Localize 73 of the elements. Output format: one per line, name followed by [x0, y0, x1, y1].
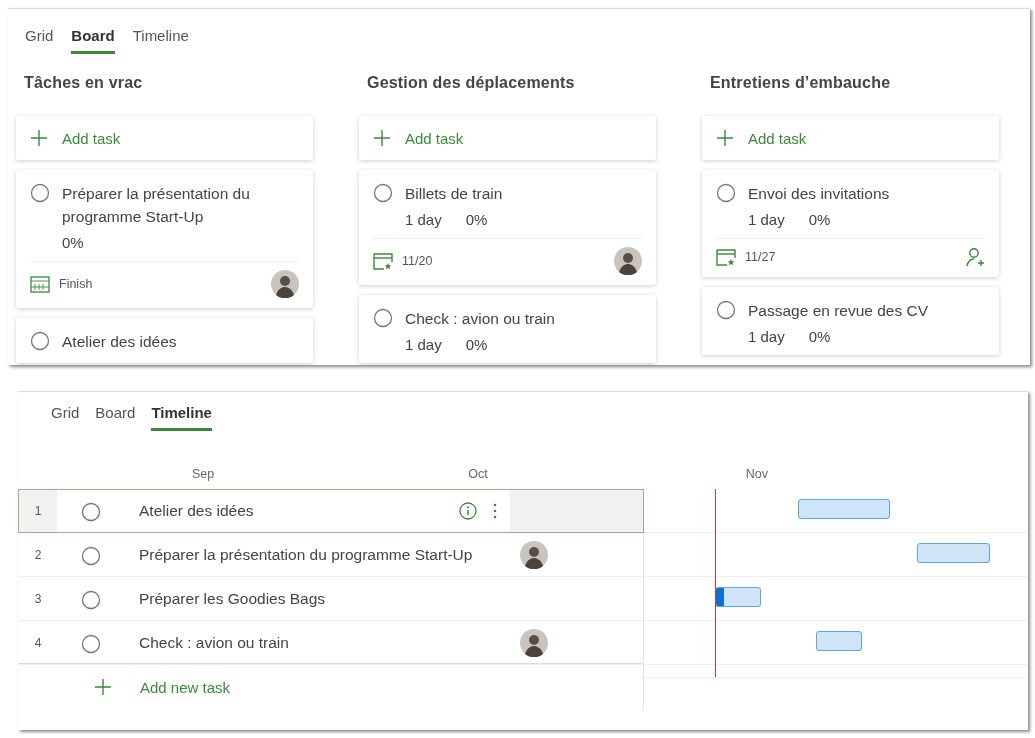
- task-duration: 1 day: [748, 328, 785, 345]
- percent-complete-text: 0%: [62, 234, 84, 251]
- plus-icon: [373, 129, 391, 147]
- percent-complete-text: 0%: [808, 211, 831, 228]
- checkbox[interactable]: [30, 183, 50, 203]
- task-card[interactable]: Passage en revue des CV 1 day 0%: [702, 287, 999, 355]
- calendar-star-icon: [373, 252, 393, 270]
- due-date: 11/27: [745, 250, 776, 264]
- checkbox[interactable]: [81, 545, 101, 566]
- plus-icon: [716, 129, 734, 147]
- task-title: Check : avion ou train: [405, 309, 555, 329]
- task-title: Envoi des invitations: [748, 184, 890, 204]
- task-row[interactable]: 3 Préparer les Goodies Bags: [18, 577, 643, 621]
- timeline-bar[interactable]: [715, 587, 761, 607]
- view-tab[interactable]: Board: [95, 404, 136, 431]
- checkbox[interactable]: [81, 501, 101, 522]
- task-duration: 1 day: [405, 211, 442, 228]
- checkbox[interactable]: [716, 300, 736, 320]
- info-icon[interactable]: [459, 502, 477, 520]
- task-title: Passage en revue des CV: [748, 301, 929, 321]
- more-icon[interactable]: [492, 502, 498, 520]
- add-task-button[interactable]: Add task: [702, 116, 999, 160]
- view-tab[interactable]: Timeline: [132, 27, 189, 54]
- month-label: Nov: [745, 467, 768, 481]
- bucket-title: Entretiens d’embauche: [709, 74, 892, 93]
- percent-complete-text: 0%: [465, 211, 488, 228]
- task-card[interactable]: Envoi des invitations 1 day 0% 11/27: [702, 170, 999, 277]
- task-title: Préparer la présentation du programme Start-Up: [62, 184, 251, 227]
- percent-complete-text: 0%: [465, 336, 488, 353]
- add-new-task-button[interactable]: Add new task: [94, 678, 231, 696]
- view-tab[interactable]: Grid: [51, 404, 80, 431]
- task-name: Atelier des idées: [139, 502, 255, 520]
- task-name: Préparer la présentation du programme Start-Up: [139, 546, 474, 564]
- task-name: Préparer les Goodies Bags: [139, 590, 327, 608]
- task-row[interactable]: 1 Atelier des idées: [18, 489, 644, 533]
- checkbox[interactable]: [81, 589, 101, 610]
- task-card[interactable]: Billets de train 1 day 0% 11/20: [359, 170, 656, 285]
- checkbox[interactable]: [81, 633, 101, 654]
- row-number: 2: [33, 548, 43, 562]
- task-card[interactable]: Check : avion ou train 1 day 0%: [359, 295, 656, 363]
- task-duration: 1 day: [405, 336, 442, 353]
- due-date: 11/20: [402, 254, 433, 268]
- percent-complete-text: 0%: [808, 328, 831, 345]
- plus-icon: [30, 129, 48, 147]
- month-label: Sep: [192, 467, 215, 481]
- bucket-title: Gestion des déplacements: [366, 74, 576, 93]
- view-tab[interactable]: Board: [71, 27, 115, 54]
- task-title: Atelier des idées: [62, 332, 177, 352]
- view-tab[interactable]: Grid: [25, 27, 54, 54]
- task-row[interactable]: 2 Préparer la présentation du programme Start-Up: [18, 533, 643, 577]
- view-tab[interactable]: Timeline: [151, 404, 212, 431]
- month-label: Oct: [468, 467, 488, 481]
- row-number: 1: [33, 504, 43, 518]
- add-task-button[interactable]: Add task: [359, 116, 656, 160]
- task-row[interactable]: 4 Check : avion ou train: [18, 621, 643, 665]
- plus-icon: [94, 678, 112, 696]
- assign-person-icon[interactable]: [965, 247, 985, 267]
- add-task-button[interactable]: Add task: [16, 116, 313, 160]
- calendar-star-icon: [716, 248, 736, 266]
- row-number: 3: [33, 592, 43, 606]
- row-number: 4: [33, 636, 43, 650]
- checkbox[interactable]: [373, 308, 393, 328]
- calendar-icon: [30, 275, 50, 293]
- bucket-title: Tâches en vrac: [23, 74, 144, 93]
- task-title: Billets de train: [405, 184, 503, 204]
- checkbox[interactable]: [716, 183, 736, 203]
- checkbox[interactable]: [30, 331, 50, 351]
- task-duration: 1 day: [748, 211, 785, 228]
- task-card[interactable]: Préparer la présentation du programme Start-Up 0% Finish: [16, 170, 313, 308]
- due-date: Finish: [59, 277, 93, 291]
- task-name: Check : avion ou train: [139, 634, 290, 652]
- task-card[interactable]: Atelier des idées: [16, 318, 313, 363]
- checkbox[interactable]: [373, 183, 393, 203]
